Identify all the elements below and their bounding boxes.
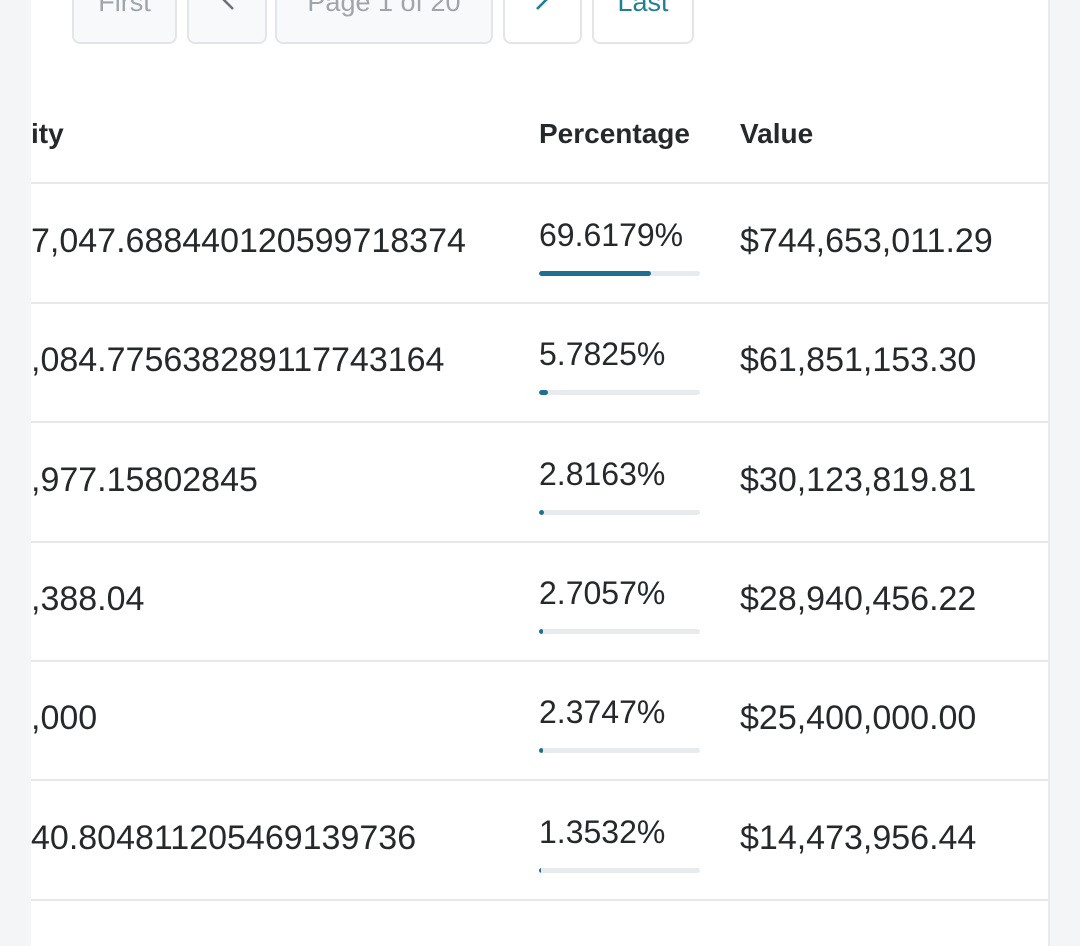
quantity-cell: 40.804811205469139736 — [31, 819, 417, 857]
percentage-cell: 2.3747% — [539, 694, 666, 730]
percentage-bar-fill — [539, 629, 544, 634]
quantity-cell: ,000 — [31, 699, 98, 737]
percentage-bar-fill — [539, 271, 652, 276]
percentage-cell: 5.7825% — [539, 336, 666, 372]
value-cell: $25,400,000.00 — [740, 699, 977, 737]
percentage-bar — [539, 629, 700, 634]
percentage-bar — [539, 510, 700, 515]
page-indicator-label: Page 1 of 20 — [307, 0, 461, 17]
table-header: ity Percentage Value — [31, 104, 1048, 184]
chevron-right-icon — [534, 0, 552, 18]
last-page-label: Last — [617, 0, 669, 17]
first-page-label: First — [98, 0, 151, 17]
value-cell: $744,653,011.29 — [740, 222, 993, 260]
quantity-cell: ,388.04 — [31, 580, 145, 618]
table-row[interactable]: ,084.775638289117743164 5.7825% $61,851,… — [31, 303, 1048, 423]
quantity-cell: 7,047.688440120599718374 — [31, 222, 466, 260]
last-page-button[interactable]: Last — [592, 0, 694, 44]
table-row[interactable]: 7,047.688440120599718374 69.6179% $744,6… — [31, 184, 1048, 304]
percentage-bar — [539, 271, 700, 276]
percentage-bar — [539, 868, 700, 873]
chevron-left-icon — [218, 0, 236, 18]
value-cell: $61,851,153.30 — [740, 341, 977, 379]
percentage-bar-fill — [539, 390, 549, 395]
table-row[interactable]: 40.804811205469139736 1.3532% $14,473,95… — [31, 781, 1048, 901]
first-page-button[interactable]: First — [72, 0, 177, 44]
value-cell: $14,473,956.44 — [740, 819, 977, 857]
prev-page-button[interactable] — [187, 0, 267, 44]
column-header-quantity[interactable]: ity — [31, 118, 64, 150]
page-indicator: Page 1 of 20 — [275, 0, 493, 44]
percentage-cell: 1.3532% — [539, 814, 666, 850]
percentage-cell: 2.7057% — [539, 575, 666, 611]
value-cell: $28,940,456.22 — [740, 580, 977, 618]
column-header-value[interactable]: Value — [740, 118, 813, 150]
column-header-percentage[interactable]: Percentage — [539, 118, 690, 150]
percentage-bar — [539, 390, 700, 395]
next-page-button[interactable] — [503, 0, 582, 44]
table-row[interactable]: ,000 2.3747% $25,400,000.00 — [31, 661, 1048, 781]
table-row[interactable]: ,977.15802845 2.8163% $30,123,819.81 — [31, 423, 1048, 543]
value-cell: $30,123,819.81 — [740, 461, 977, 499]
token-holdings-panel: First Page 1 of 20 Last ity Percentage V… — [31, 0, 1050, 946]
percentage-cell: 2.8163% — [539, 456, 666, 492]
percentage-bar-fill — [539, 748, 543, 753]
pagination: First Page 1 of 20 Last — [31, 0, 1048, 46]
percentage-bar-fill — [539, 868, 542, 873]
percentage-bar — [539, 748, 700, 753]
table-row[interactable]: ,388.04 2.7057% $28,940,456.22 — [31, 542, 1048, 662]
quantity-cell: ,977.15802845 — [31, 461, 258, 499]
percentage-cell: 69.6179% — [539, 217, 684, 253]
percentage-bar-fill — [539, 510, 544, 515]
quantity-cell: ,084.775638289117743164 — [31, 341, 445, 379]
